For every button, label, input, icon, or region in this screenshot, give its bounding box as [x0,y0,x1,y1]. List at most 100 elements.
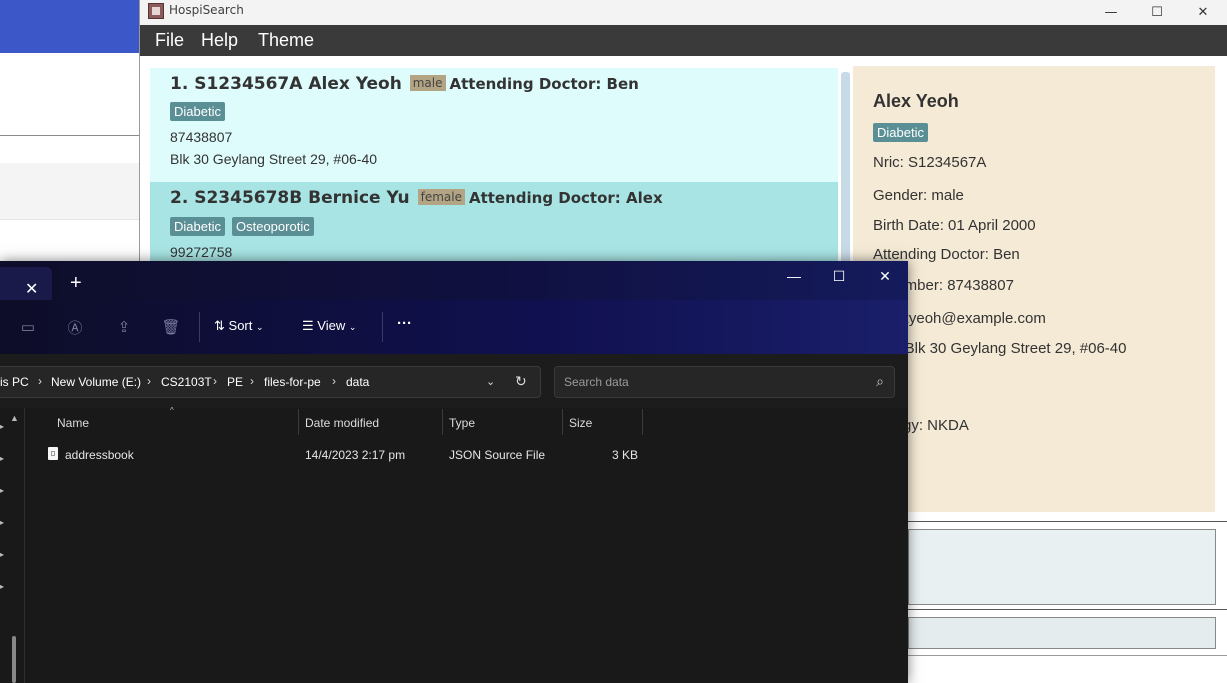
menu-help[interactable]: Help [201,30,238,51]
maximize-button[interactable]: ☐ [819,265,859,287]
chevron-right-icon[interactable]: ▸ [0,582,4,591]
patient-index: 2. [170,188,189,208]
column-header-name[interactable]: Name [57,416,89,430]
chevron-right-icon[interactable]: › [147,374,151,388]
file-size: 3 KB [612,448,639,462]
condition-tag: Diabetic [170,217,225,236]
sort-icon: ⇅ [214,318,225,333]
tag-row: Diabetic [170,102,570,124]
nav-scrollbar[interactable] [12,636,16,683]
tag-row: Diabetic Osteoporotic [170,217,570,239]
detail-name: Alex Yeoh [873,91,959,111]
view-button[interactable]: ☰ View ⌄ [302,318,356,334]
chevron-right-icon[interactable]: › [38,374,42,388]
breadcrumb-cs2103t[interactable]: CS2103T [161,375,212,389]
explorer-tab[interactable]: ✕ [0,267,52,300]
chevron-down-icon[interactable]: ⌄ [486,375,495,388]
column-header-size[interactable]: Size [569,416,592,430]
more-options-button[interactable]: ··· [397,315,412,332]
chevron-down-icon: ⌄ [256,322,264,332]
divider [0,219,140,220]
refresh-icon[interactable]: ↻ [515,373,527,390]
chevron-down-icon: ⌄ [348,322,357,332]
tab-close-icon[interactable]: ✕ [25,279,38,299]
chevron-right-icon[interactable]: ▸ [0,454,4,463]
column-separator[interactable] [298,409,299,435]
paste-icon[interactable]: ▭ [19,318,37,336]
sort-label: Sort [228,318,253,333]
menu-bar: File Help Theme [140,25,1227,56]
close-button[interactable]: ✕ [865,265,905,287]
search-input[interactable]: Search data ⌕ [554,366,895,398]
search-placeholder: Search data [564,375,629,389]
file-row[interactable]: addressbook 14/4/2023 2:17 pm JSON Sourc… [40,445,642,467]
breadcrumb-pe[interactable]: PE [227,375,243,389]
column-separator[interactable] [562,409,563,435]
file-name: addressbook [65,448,134,462]
breadcrumb-data[interactable]: data [346,375,369,389]
column-header-type[interactable]: Type [449,416,475,430]
menu-theme[interactable]: Theme [258,30,314,51]
chevron-right-icon[interactable]: ▸ [0,550,4,559]
command-input[interactable] [908,617,1216,649]
detail-tag: Diabetic [873,123,928,142]
patient-phone: 99272758 [170,244,233,260]
chevron-right-icon[interactable]: ▸ [0,486,4,495]
address-row: is PC › New Volume (E:) › CS2103T › PE ›… [0,354,908,408]
gender-tag: male [409,75,446,91]
chevron-right-icon[interactable]: › [213,374,217,388]
detail-gender: Gender: male [873,187,964,204]
background-window-header [0,0,140,53]
chevron-right-icon[interactable]: › [250,374,254,388]
background-panel [0,163,140,219]
rename-icon[interactable]: Ⓐ [66,318,84,337]
navigation-pane: ▲ ▸ ▸ ▸ ▸ ▸ ▸ [0,408,25,683]
column-separator[interactable] [642,409,643,435]
chevron-right-icon[interactable]: ▸ [0,518,4,527]
gender-tag: female [417,189,465,205]
close-button[interactable]: ✕ [1180,0,1226,25]
explorer-title-bar[interactable]: ✕ + — ☐ ✕ [0,261,908,300]
explorer-toolbar: ▭ Ⓐ ⇪ 🗑 ⇅ Sort ⌄ ☰ View ⌄ ··· [0,300,908,354]
toolbar-separator [382,312,383,342]
condition-tag: Diabetic [170,102,225,121]
minimize-button[interactable]: — [774,265,814,287]
attending-doctor: Attending Doctor: Ben [449,75,639,93]
result-display [908,529,1216,605]
new-tab-button[interactable]: + [70,273,82,293]
view-icon: ☰ [302,318,314,333]
file-date: 14/4/2023 2:17 pm [305,448,406,462]
sort-button[interactable]: ⇅ Sort ⌄ [214,318,264,334]
maximize-button[interactable]: ☐ [1134,0,1180,25]
patient-card-title: 1. S1234567A Alex Yeoh male Attending Doc… [170,74,639,94]
detail-address: ess: Blk 30 Geylang Street 29, #06-40 [873,340,1127,357]
patient-name: Bernice Yu [308,188,410,208]
view-label: View [317,318,346,333]
toolbar-separator [199,312,200,342]
patient-card-title: 2. S2345678B Bernice Yu female Attending … [170,188,663,208]
chevron-right-icon[interactable]: ▸ [0,422,4,431]
scroll-up-icon[interactable]: ▲ [10,413,19,423]
window-title: HospiSearch [169,3,244,17]
search-icon: ⌕ [876,373,884,389]
detail-birth-date: Birth Date: 01 April 2000 [873,217,1036,234]
patient-phone: 87438807 [170,129,233,145]
delete-icon[interactable]: 🗑 [161,318,180,336]
patient-card[interactable]: 1. S1234567A Alex Yeoh male Attending Doc… [150,68,838,182]
breadcrumb-new-volume[interactable]: New Volume (E:) [51,375,141,389]
chevron-right-icon[interactable]: › [332,374,336,388]
menu-file[interactable]: File [155,30,184,51]
patient-nric: S2345678B [194,188,303,208]
address-bar[interactable]: is PC › New Volume (E:) › CS2103T › PE ›… [0,366,541,398]
minimize-button[interactable]: — [1088,0,1134,25]
column-header-date[interactable]: Date modified [305,416,379,430]
title-bar[interactable]: HospiSearch — ☐ ✕ [140,0,1227,25]
json-file-icon [48,447,58,460]
breadcrumb-files-for-pe[interactable]: files-for-pe [264,375,321,389]
file-explorer-window: ✕ + — ☐ ✕ ▭ Ⓐ ⇪ 🗑 ⇅ Sort ⌄ ☰ View ⌄ ··· … [0,261,908,683]
patient-nric: S1234567A [194,74,303,94]
share-icon[interactable]: ⇪ [115,318,133,336]
breadcrumb-this-pc[interactable]: is PC [0,375,29,389]
column-separator[interactable] [442,409,443,435]
attending-doctor: Attending Doctor: Alex [468,189,663,207]
